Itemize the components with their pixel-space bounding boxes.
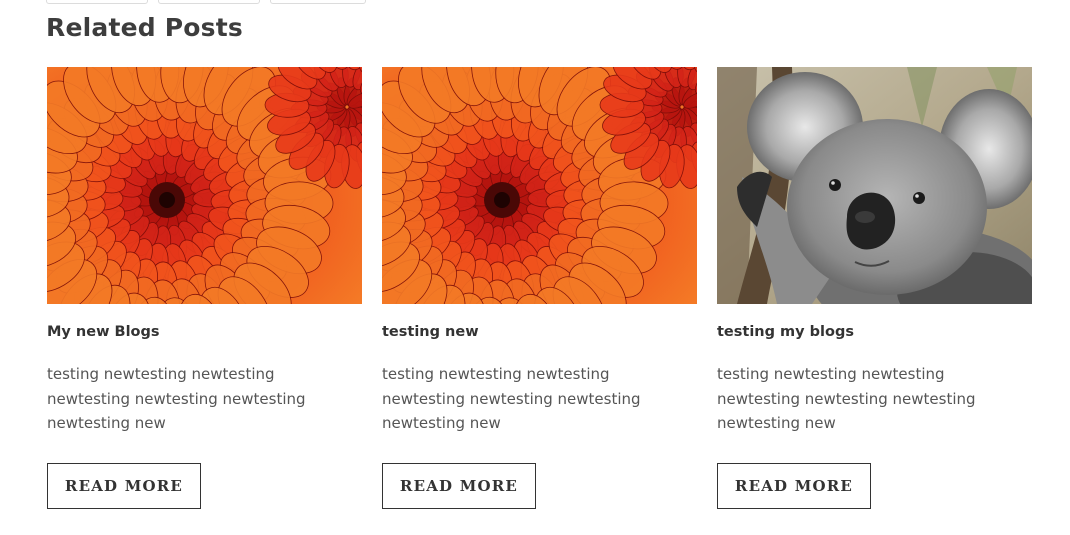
post-card: testing my blogs testing newtesting newt…	[717, 67, 1032, 509]
post-thumbnail-flower[interactable]	[47, 67, 362, 304]
post-title[interactable]: My new Blogs	[47, 323, 362, 341]
top-tab[interactable]	[158, 0, 260, 4]
post-title[interactable]: testing my blogs	[717, 323, 1032, 341]
post-excerpt: testing newtesting newtesting newtesting…	[47, 365, 306, 432]
post-thumbnail-koala[interactable]	[717, 67, 1032, 304]
flower-image	[382, 67, 697, 304]
top-tab[interactable]	[46, 0, 148, 4]
koala-image	[717, 67, 1032, 304]
post-thumbnail-flower[interactable]	[382, 67, 697, 304]
flower-image	[47, 67, 362, 304]
read-more-button[interactable]: READ MORE	[717, 462, 871, 509]
post-title[interactable]: testing new	[382, 323, 697, 341]
post-excerpt: testing newtesting newtesting newtesting…	[717, 365, 976, 432]
post-excerpt: testing newtesting newtesting newtesting…	[382, 365, 641, 432]
section-title: Related Posts	[46, 13, 243, 42]
top-tab[interactable]	[270, 0, 366, 4]
related-posts-list: My new Blogs testing newtesting newtesti…	[47, 67, 1032, 509]
read-more-button[interactable]: READ MORE	[382, 462, 536, 509]
top-tabs	[46, 0, 366, 4]
read-more-button[interactable]: READ MORE	[47, 462, 201, 509]
post-card: My new Blogs testing newtesting newtesti…	[47, 67, 362, 509]
post-card: testing new testing newtesting newtestin…	[382, 67, 697, 509]
